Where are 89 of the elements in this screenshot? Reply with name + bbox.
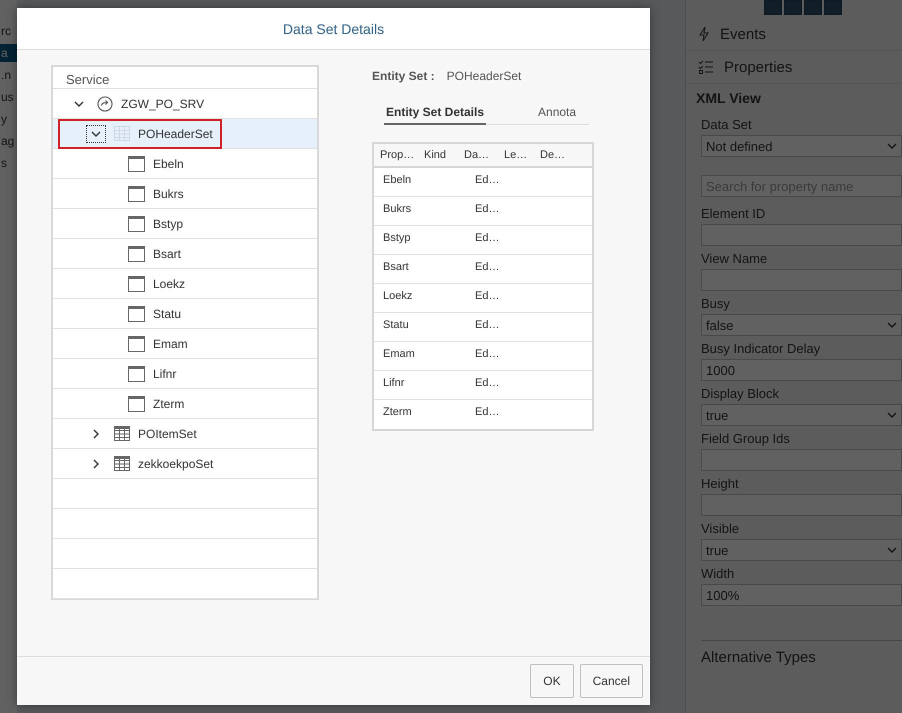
toolbar-icon[interactable]	[764, 0, 782, 15]
section-label: Alternative Types	[701, 640, 902, 666]
table-cell-text: Bstyp	[383, 232, 412, 246]
table-icon	[114, 126, 130, 141]
field-label: Busy Indicator Delay	[701, 341, 822, 356]
entity-set-value: POHeaderSet	[446, 69, 522, 83]
window-icon	[128, 396, 145, 412]
tree-item-label: ZGW_PO_SRV	[121, 96, 204, 110]
field-label: Data Set	[701, 117, 753, 132]
tree-item-label: Bukrs	[153, 186, 184, 200]
toolbar-icon[interactable]	[804, 0, 822, 15]
tab[interactable]: Entity Set Details	[384, 105, 486, 125]
table-cell-text: Ed…	[475, 406, 500, 420]
field-label: Width	[701, 566, 736, 581]
entity-set-label: Entity Set :	[372, 69, 435, 83]
field-label: Busy	[701, 296, 731, 311]
table-icon	[114, 456, 130, 471]
table-cell-text: Loekz	[383, 290, 414, 304]
tree-item-label: Statu	[153, 306, 182, 320]
window-icon	[128, 306, 145, 322]
chevron-down-icon	[887, 410, 897, 420]
table-cell-text: Ebeln	[383, 174, 412, 188]
tree-item-label: Zterm	[153, 396, 184, 410]
table-cell-text: Lifnr	[383, 377, 406, 391]
section-label: Events	[720, 26, 766, 42]
table-cell-text: Ed…	[475, 174, 500, 188]
table-icon	[114, 426, 130, 441]
toolbar-icon[interactable]	[824, 0, 842, 15]
panel-heading: XML View	[696, 90, 762, 106]
table-cell-text: Ed…	[475, 319, 500, 333]
chevron-down-icon	[91, 128, 101, 138]
column-header[interactable]: Kind	[424, 149, 464, 161]
field-label: View Name	[701, 251, 768, 266]
chevron-down-icon	[887, 141, 897, 151]
lightning-icon	[698, 26, 710, 42]
tab[interactable]: Annota	[536, 105, 578, 125]
table-cell-text: Ed…	[475, 348, 500, 362]
tree-item-label: zekkoekpoSet	[138, 456, 214, 470]
tree-item-label: Bstyp	[153, 216, 184, 230]
table-cell-text: Statu	[383, 319, 410, 333]
toolbar-icon[interactable]	[784, 0, 802, 15]
window-icon	[128, 186, 145, 202]
input-field[interactable]	[701, 494, 902, 516]
field-label: Height	[701, 476, 740, 491]
chevron-down-icon	[74, 98, 84, 108]
tree-item-label: Bsart	[153, 246, 182, 260]
column-header[interactable]: Da…	[464, 149, 504, 161]
tree-item-label: Emam	[153, 336, 188, 350]
window-icon	[128, 216, 145, 232]
column-header[interactable]: Le…	[504, 149, 540, 161]
input-field[interactable]	[701, 224, 902, 246]
column-header[interactable]: Prop…	[380, 149, 424, 161]
input-field[interactable]	[701, 449, 902, 471]
expand-toggle[interactable]	[86, 124, 106, 142]
tree-item-label: POHeaderSet	[138, 126, 213, 140]
window-icon	[128, 276, 145, 292]
field-label: Visible	[701, 521, 740, 536]
window-icon	[128, 246, 145, 262]
dialog-title: Data Set Details	[282, 20, 384, 36]
table-cell-text: Bukrs	[383, 203, 412, 217]
chevron-down-icon	[887, 320, 897, 330]
table-cell-text: Ed…	[475, 290, 500, 304]
chevron-down-icon	[887, 545, 897, 555]
section-label: Properties	[724, 58, 792, 76]
window-icon	[128, 336, 145, 352]
table-cell-text: Ed…	[475, 377, 500, 391]
tree-item-label: Ebeln	[153, 156, 184, 170]
input-field[interactable]	[701, 269, 902, 291]
tree-item-label: Lifnr	[153, 366, 176, 380]
window-icon	[128, 156, 145, 172]
chevron-right-icon	[91, 428, 101, 438]
table-cell-text: Bsart	[383, 261, 410, 275]
tree-item-label: Loekz	[153, 276, 186, 290]
field-label: Display Block	[701, 386, 780, 401]
table-cell-text: Zterm	[383, 406, 413, 420]
chevron-right-icon	[91, 458, 101, 468]
field-label: Element ID	[701, 206, 766, 221]
table-cell-text: Ed…	[475, 261, 500, 275]
window-icon	[128, 366, 145, 382]
table-cell-text: Ed…	[475, 203, 500, 217]
field-label: Field Group Ids	[701, 431, 791, 446]
table-cell-text: Ed…	[475, 232, 500, 246]
checklist-icon	[698, 59, 714, 75]
column-header[interactable]: De…	[540, 149, 592, 161]
tree-item-label: POItemSet	[138, 426, 197, 440]
tree-item[interactable]: POHeaderSet	[53, 119, 317, 149]
ok-button[interactable]: OK	[530, 664, 574, 698]
table-cell-text: Emam	[383, 348, 416, 362]
cancel-button[interactable]: Cancel	[580, 664, 643, 698]
